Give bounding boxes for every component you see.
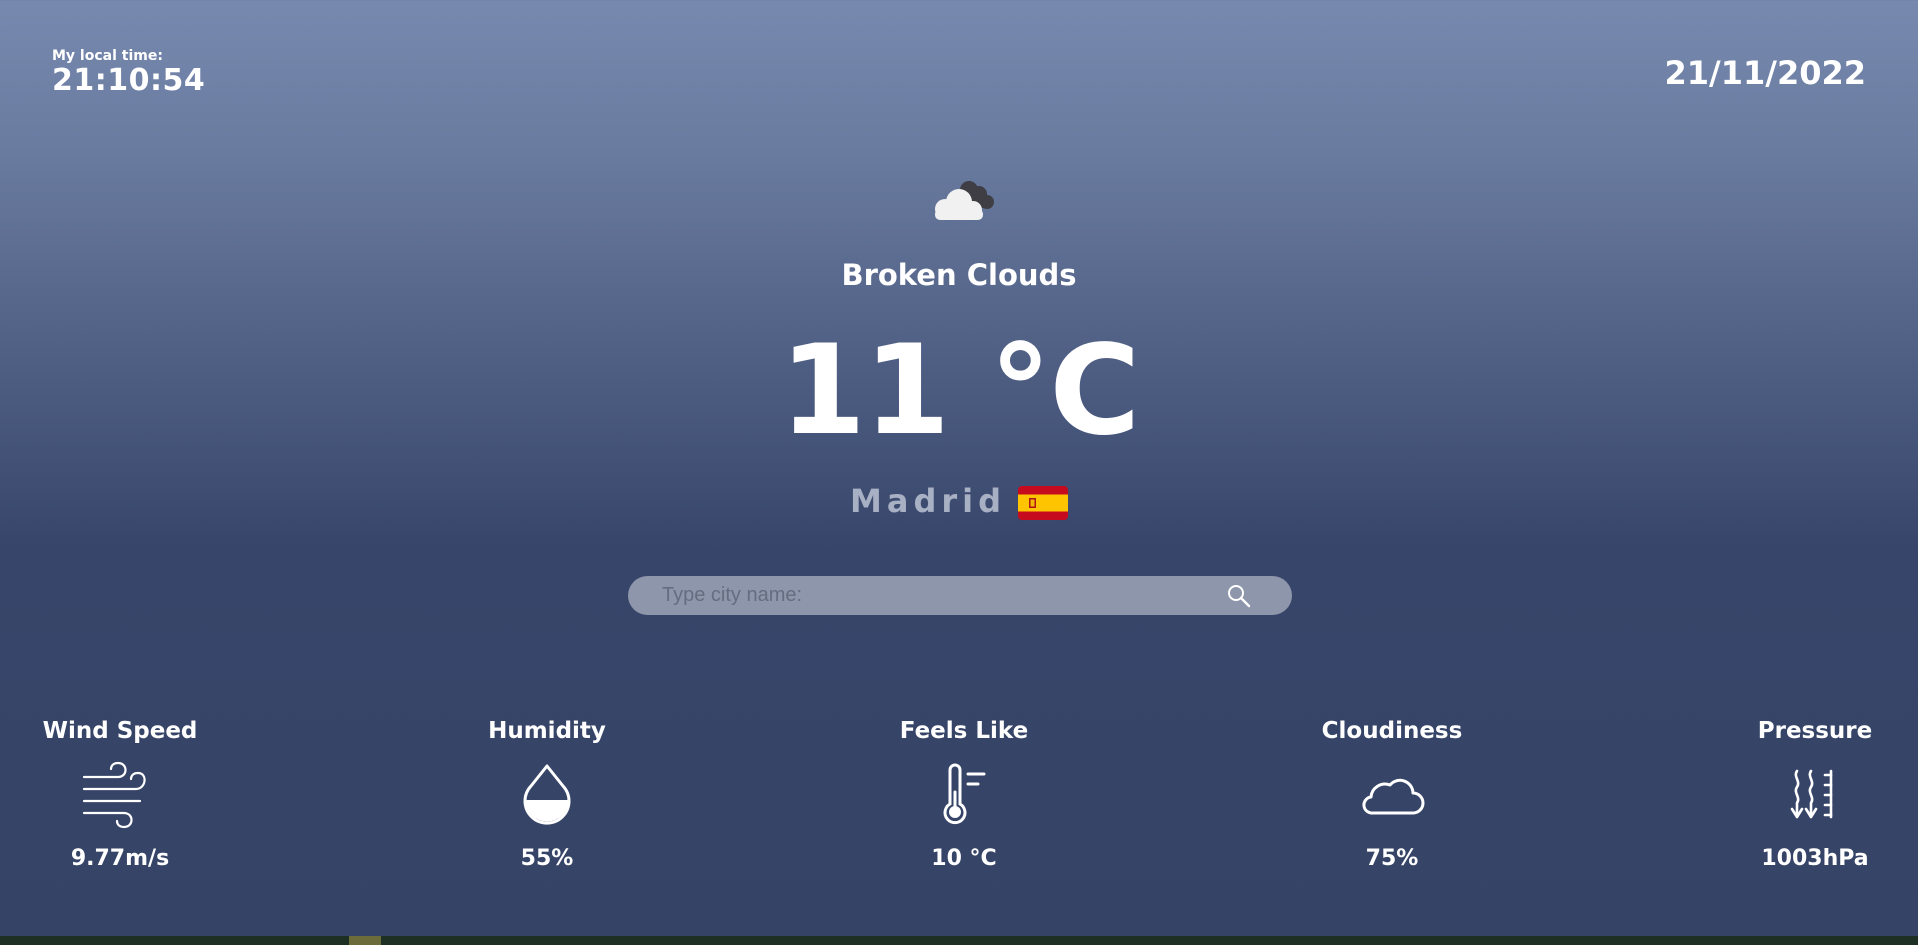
- metric-feels-like: Feels Like 10 °C: [844, 718, 1084, 871]
- search-bar: [628, 576, 1292, 615]
- search-icon[interactable]: [1226, 583, 1252, 609]
- thermometer-icon: [844, 754, 1084, 836]
- city-search-input[interactable]: [662, 576, 1222, 615]
- city-row: Madrid: [0, 482, 1918, 520]
- metric-wind-speed: Wind Speed 9.77m/s: [0, 718, 240, 871]
- metric-title: Pressure: [1757, 718, 1873, 744]
- temperature: 11 °C: [779, 319, 1141, 463]
- local-time: My local time: 21:10:54: [52, 48, 205, 98]
- metric-value: 55%: [520, 846, 574, 871]
- broken-clouds-icon: [0, 176, 1918, 226]
- pressure-icon: [1695, 754, 1918, 836]
- weather-description: Broken Clouds: [841, 258, 1077, 292]
- metric-title: Cloudiness: [1321, 718, 1463, 744]
- metric-humidity: Humidity 55%: [427, 718, 667, 871]
- metric-value: 1003hPa: [1761, 846, 1869, 871]
- metric-cloudiness: Cloudiness 75%: [1272, 718, 1512, 871]
- wind-icon: [0, 754, 240, 836]
- metric-title: Wind Speed: [42, 718, 198, 744]
- spain-flag-icon: [1018, 486, 1068, 520]
- local-time-value: 21:10:54: [52, 63, 206, 98]
- local-time-label: My local time:: [52, 48, 163, 64]
- current-date: 21/11/2022: [1664, 54, 1867, 92]
- metric-value: 9.77m/s: [70, 846, 170, 871]
- metric-title: Feels Like: [899, 718, 1029, 744]
- metric-title: Humidity: [488, 718, 606, 744]
- city-name: Madrid: [850, 482, 1006, 520]
- metric-pressure: Pressure 1003hPa: [1695, 718, 1918, 871]
- metric-value: 75%: [1365, 846, 1419, 871]
- humidity-drop-icon: [427, 754, 667, 836]
- taskbar-active-app[interactable]: [349, 936, 381, 945]
- os-taskbar: [0, 936, 1918, 945]
- cloud-icon: [1272, 754, 1512, 836]
- metric-value: 10 °C: [931, 846, 997, 871]
